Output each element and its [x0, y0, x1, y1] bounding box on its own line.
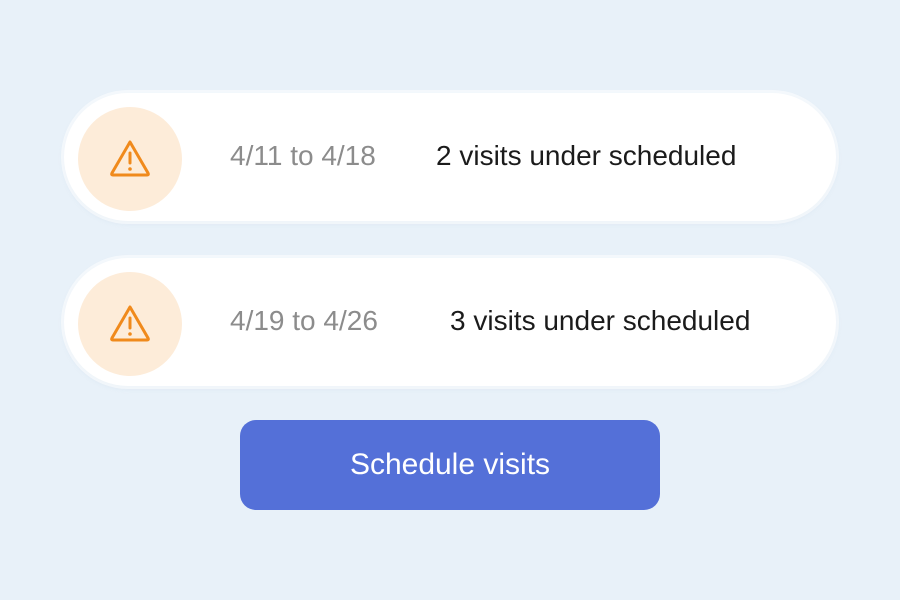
date-range: 4/11 to 4/18	[230, 140, 376, 171]
alert-message: 3 visits under scheduled	[450, 305, 751, 336]
date-range: 4/19 to 4/26	[230, 305, 378, 336]
alert-row: 4/11 to 4/18 2 visits under scheduled	[64, 93, 836, 221]
schedule-visits-button[interactable]: Schedule visits	[240, 420, 660, 510]
warning-triangle-icon	[110, 305, 150, 342]
warning-icon-badge	[78, 107, 182, 211]
warning-triangle-icon	[110, 140, 150, 177]
alert-row: 4/19 to 4/26 3 visits under scheduled	[64, 258, 836, 386]
alert-message: 2 visits under scheduled	[436, 140, 737, 171]
warning-icon-badge	[78, 272, 182, 376]
